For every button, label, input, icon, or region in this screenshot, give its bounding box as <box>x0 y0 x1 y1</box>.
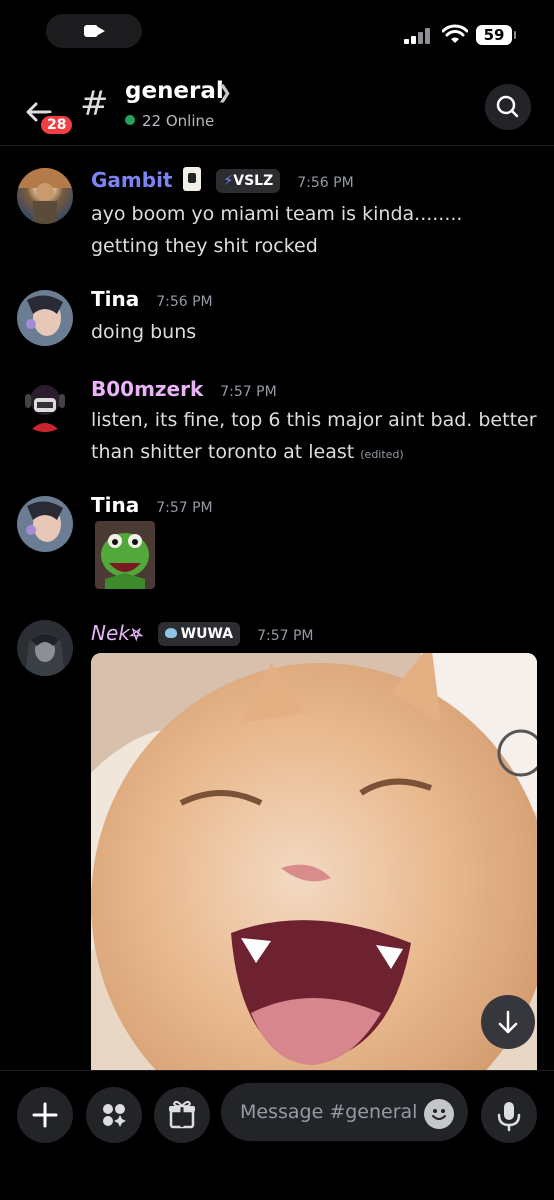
chevron-right-icon[interactable]: ❯ <box>217 82 232 103</box>
tag-label: VSLZ <box>233 173 274 189</box>
fox-icon <box>164 628 177 638</box>
message-content: listen, its fine, top 6 this major aint … <box>91 404 541 471</box>
server-tag[interactable]: WUWA <box>157 622 241 646</box>
message-line: ayo boom yo miami team is kinda........ <box>91 203 463 225</box>
gift-icon <box>169 1100 195 1129</box>
smiley-icon <box>432 1109 446 1120</box>
search-button[interactable] <box>485 84 531 130</box>
server-tag[interactable]: ⚡VSLZ <box>216 169 281 193</box>
message-line: doing buns <box>91 321 197 343</box>
message-header: Tina 7:57 PM <box>91 493 213 517</box>
add-attachment-button[interactable] <box>17 1087 73 1143</box>
avatar[interactable] <box>17 496 73 552</box>
avatar[interactable] <box>17 290 73 346</box>
channel-title[interactable]: general <box>125 78 224 104</box>
message-composer: Message #general <box>0 1070 554 1200</box>
lightning-icon: ⚡ <box>223 173 234 189</box>
kermit-image <box>95 521 155 589</box>
avatar-art <box>26 295 63 336</box>
voice-message-button[interactable] <box>481 1087 537 1143</box>
card-emoji-icon <box>183 167 202 191</box>
avatar-art <box>25 385 65 432</box>
online-dot-icon <box>125 115 135 125</box>
timestamp: 7:56 PM <box>297 175 354 191</box>
message-header: Tina 7:56 PM <box>91 287 213 311</box>
status-bar: 59 <box>0 0 554 62</box>
apps-icon <box>103 1104 126 1127</box>
message-line: listen, its fine, top 6 this major aint … <box>91 409 537 431</box>
dynamic-island <box>46 14 142 48</box>
channel-header: 28 # general ❯ 22 Online <box>0 62 554 146</box>
online-text: 22 Online <box>142 112 215 130</box>
message-line: than shitter toronto at least (edited) <box>91 436 541 471</box>
message-header: B00mzerk 7:57 PM <box>91 377 277 401</box>
video-camera-icon <box>84 25 105 37</box>
plus-icon <box>32 1102 58 1128</box>
tag-label: WUWA <box>180 626 234 642</box>
message-content: ayo boom yo miami team is kinda........ … <box>91 198 541 262</box>
hash-icon: # <box>80 84 109 124</box>
timestamp: 7:57 PM <box>156 500 213 516</box>
cellular-signal-icon <box>404 28 434 44</box>
unread-badge: 28 <box>38 113 76 137</box>
gift-button[interactable] <box>154 1087 210 1143</box>
timestamp: 7:57 PM <box>257 628 314 644</box>
arrow-down-icon <box>498 1010 518 1034</box>
pentagram-icon: ⛧ <box>129 625 143 644</box>
message-header: Gambit ⚡VSLZ 7:56 PM <box>91 167 354 193</box>
edited-label: (edited) <box>360 448 404 461</box>
avatar[interactable] <box>17 620 73 676</box>
author-name[interactable]: Tina <box>91 493 139 517</box>
avatar-art <box>26 501 63 542</box>
video-attachment[interactable] <box>91 653 537 1073</box>
timestamp: 7:56 PM <box>156 294 213 310</box>
emoji-button[interactable] <box>424 1099 454 1129</box>
message-line-text: than shitter toronto at least <box>91 441 355 463</box>
message-placeholder: Message #general <box>240 1101 418 1123</box>
wifi-icon <box>442 24 468 43</box>
microphone-icon <box>497 1102 521 1132</box>
avatar[interactable] <box>17 376 73 432</box>
timestamp: 7:57 PM <box>220 384 277 400</box>
author-name[interactable]: Nek <box>91 621 130 645</box>
jump-to-bottom-button[interactable] <box>481 995 535 1049</box>
battery-indicator: 59 <box>476 25 516 45</box>
message-header: Nek⛧ WUWA 7:57 PM <box>91 621 314 646</box>
avatar[interactable] <box>17 168 73 224</box>
cat-image <box>91 653 537 1073</box>
avatar-art <box>17 168 73 224</box>
search-icon <box>496 95 519 118</box>
message-content: doing buns <box>91 316 541 348</box>
author-name[interactable]: Gambit <box>91 168 172 192</box>
author-name[interactable]: B00mzerk <box>91 377 203 401</box>
author-name[interactable]: Tina <box>91 287 139 311</box>
online-count: 22 Online <box>125 112 214 130</box>
image-attachment[interactable] <box>95 521 155 589</box>
avatar-art <box>25 633 65 676</box>
apps-button[interactable] <box>86 1087 142 1143</box>
message-line: getting they shit rocked <box>91 235 318 257</box>
